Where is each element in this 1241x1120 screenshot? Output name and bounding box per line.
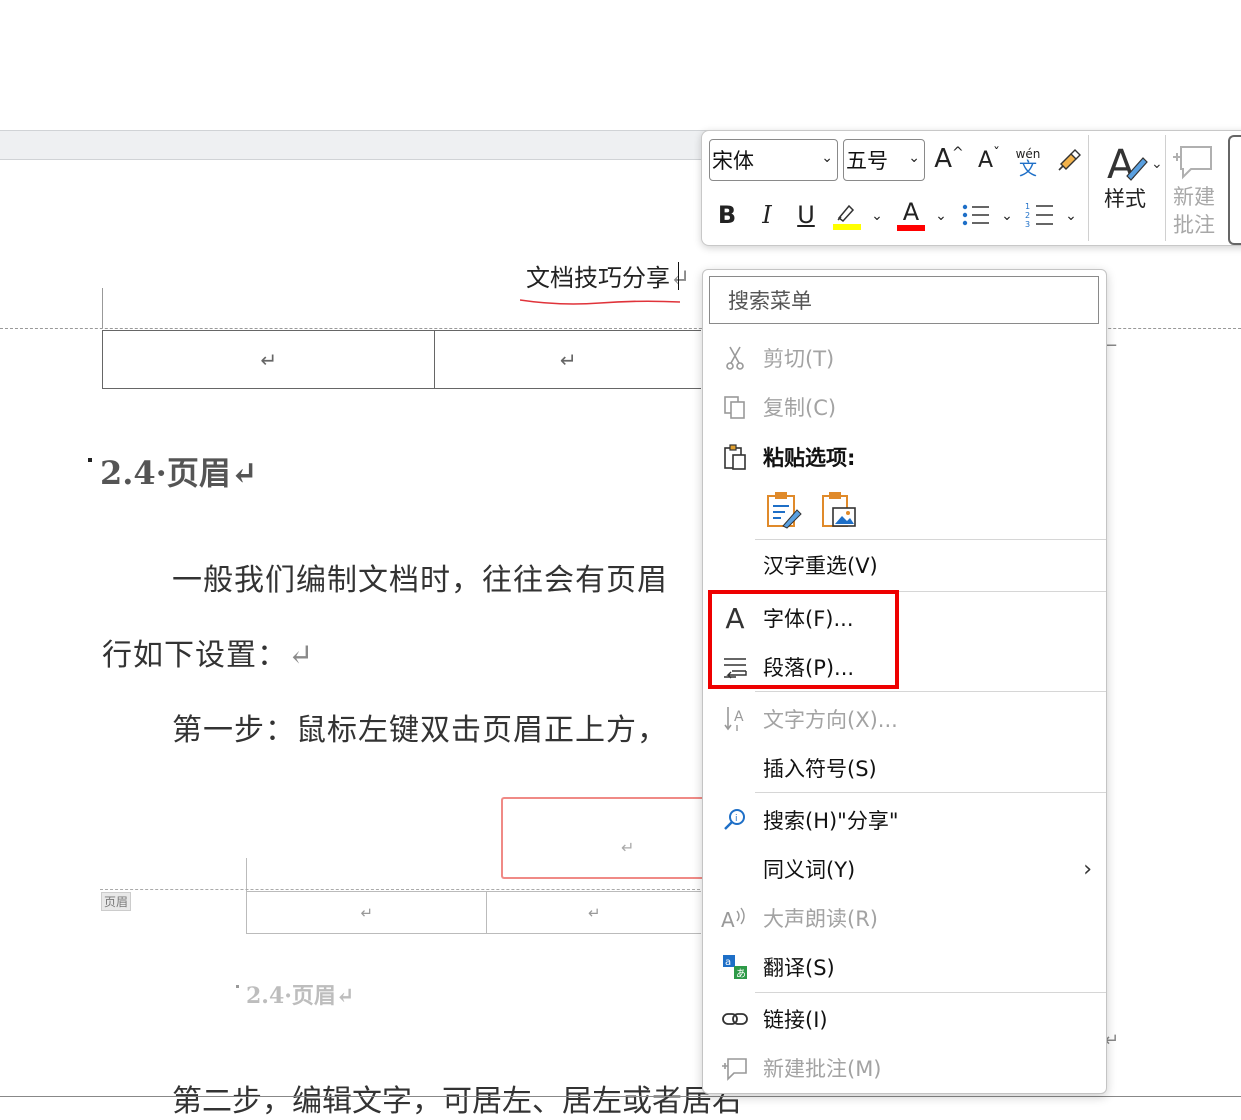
header-table: ↵ ↵ [102, 330, 701, 389]
next-group-edge [1228, 135, 1241, 245]
table-cell[interactable]: ↵ [435, 331, 701, 388]
mini-toolbar: 宋体 ⌄ 五号 ⌄ A ^ Aˇ wén 文 B I U ⌄ A ⌄ ⌄ 123 ⌄ … [701, 130, 1241, 246]
styles-label[interactable]: 样式 [1104, 183, 1146, 213]
font-color-dropdown[interactable]: ⌄ [934, 201, 948, 231]
font-color-button[interactable]: A [896, 197, 926, 233]
bullet-dropdown[interactable]: ⌄ [1000, 201, 1014, 231]
margin-line [102, 288, 103, 328]
menu-item-new-comment[interactable]: 新建批注(M) [703, 1045, 1106, 1091]
grow-font-button[interactable]: A ^ [932, 141, 966, 177]
thumb-header-table: ↵ ↵ [246, 891, 701, 934]
menu-item-text-direction[interactable]: A 文字方向(X)... [703, 696, 1106, 742]
new-comment-label: 新建 批注 [1173, 185, 1215, 237]
shrink-font-button[interactable]: Aˇ [974, 143, 1004, 177]
search-menu-input[interactable]: 搜索菜单 [709, 276, 1099, 324]
text-cursor [678, 262, 679, 290]
menu-item-paste-options: 粘贴选项: [703, 434, 1106, 480]
numbered-list-icon[interactable]: 123 [1024, 199, 1056, 231]
menu-item-copy[interactable]: 复制(C) [703, 384, 1106, 430]
toolbar-divider [1165, 135, 1166, 241]
highlight-box [708, 590, 899, 689]
chevron-down-icon: ⌄ [821, 150, 833, 166]
search-icon: i [721, 806, 749, 834]
font-name-select[interactable]: 宋体 ⌄ [709, 139, 838, 181]
menu-item-hanzi-reselect[interactable]: 汉字重选(V) [703, 542, 1106, 588]
svg-text:⌄: ⌄ [1151, 156, 1163, 172]
header-label: 页眉 [101, 892, 132, 911]
numbering-dropdown[interactable]: ⌄ [1064, 201, 1078, 231]
menu-item-read-aloud[interactable]: A 大声朗读(R) [703, 895, 1106, 941]
svg-text:3: 3 [1025, 220, 1030, 229]
svg-text:A: A [734, 709, 744, 725]
svg-text:あ: あ [736, 968, 746, 980]
svg-text:2: 2 [1025, 211, 1030, 220]
svg-text:1: 1 [1025, 202, 1030, 211]
menu-item-link[interactable]: 链接(I) [703, 996, 1106, 1042]
bold-button[interactable]: B [714, 197, 740, 233]
paragraph-line: 第一步：鼠标左键双击页眉正上方， [172, 713, 668, 748]
thumb-heading-marker [236, 985, 239, 988]
paste-keep-formatting-icon[interactable] [765, 490, 803, 530]
menu-item-cut[interactable]: 剪切(T) [703, 335, 1106, 381]
format-painter-icon[interactable] [1052, 143, 1086, 177]
phonetic-guide-button[interactable]: wén 文 [1012, 143, 1044, 181]
text-direction-icon: A [721, 705, 749, 733]
paragraph-line: 一般我们编制文档时，往往会有页眉 [172, 563, 668, 598]
spelling-squiggle [520, 299, 680, 305]
new-comment-icon [1172, 139, 1216, 183]
read-aloud-icon: A [721, 904, 749, 932]
toolbar-divider [1088, 135, 1089, 241]
clipboard-icon [721, 443, 749, 471]
paragraph-line-partial: 第二步，编辑文字，可居左、居左或者居右 [172, 1084, 742, 1119]
thumb-cell: ↵ [587, 903, 601, 922]
highlight-dropdown[interactable]: ⌄ [870, 201, 884, 231]
translate-icon: aあ [721, 953, 749, 981]
thumb-heading: 2.4·页眉↵ [246, 983, 355, 1009]
thumb-header-boundary [100, 889, 700, 890]
menu-item-search[interactable]: i 搜索(H)"分享" [703, 797, 1106, 843]
font-size-select[interactable]: 五号 ⌄ [843, 139, 925, 181]
return-mark: ↵ [621, 838, 635, 857]
bullet-list-icon[interactable] [960, 199, 992, 231]
menu-item-translate[interactable]: aあ 翻译(S) [703, 944, 1106, 990]
highlight-icon[interactable] [830, 199, 864, 233]
paste-picture-icon[interactable] [820, 490, 858, 530]
page-edge [0, 1096, 1241, 1097]
table-cell[interactable]: ↵ [103, 331, 436, 388]
header-text[interactable]: 文档技巧分享↵ [526, 258, 690, 293]
menu-item-insert-symbol[interactable]: 插入符号(S) [703, 745, 1106, 791]
chevron-down-icon: ⌄ [908, 150, 920, 166]
thumb-cell: ↵ [247, 892, 488, 933]
svg-text:i: i [735, 814, 738, 824]
copy-icon [721, 393, 749, 421]
comment-icon [721, 1054, 749, 1082]
svg-text:A: A [721, 908, 735, 931]
thumb-margin-line [246, 858, 247, 891]
heading-marker [88, 458, 92, 462]
section-heading: 2.4·页眉↵ [100, 454, 258, 492]
underline-button[interactable]: U [792, 197, 820, 233]
embedded-image-highlight [501, 797, 702, 879]
chevron-right-icon: › [1083, 856, 1092, 882]
paragraph-line: 行如下设置：↵ [102, 638, 315, 673]
scissors-icon [721, 344, 749, 372]
svg-text:a: a [725, 957, 731, 968]
menu-item-synonyms[interactable]: 同义词(Y) › [703, 846, 1106, 892]
styles-icon[interactable]: A ⌄ [1104, 139, 1164, 185]
italic-button[interactable]: I [754, 197, 780, 233]
link-icon [721, 1005, 749, 1033]
